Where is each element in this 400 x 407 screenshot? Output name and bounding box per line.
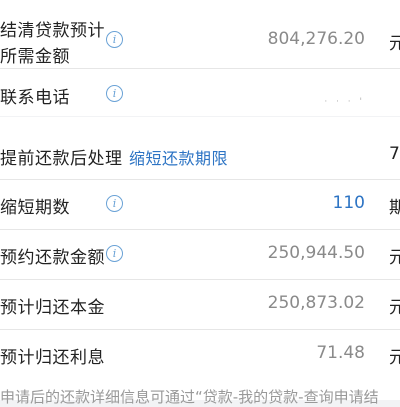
repay-mode-label: 提前还款后处理	[0, 149, 123, 169]
info-icon[interactable]: i	[106, 245, 123, 262]
settlement-amount-value: 804,276.20	[267, 29, 365, 49]
prepayment-card: 提前还款后处理 缩短还款期限 7 缩短期数 i 110 期 预约还款金额 i 2…	[0, 117, 400, 400]
divider	[0, 279, 400, 280]
estimated-interest-label: 预计归还利息	[0, 348, 105, 368]
repay-mode-trailing: 7	[389, 144, 400, 164]
settlement-amount-label-line2: 所需金额	[0, 47, 70, 67]
info-icon[interactable]: i	[106, 195, 123, 212]
estimated-interest-unit: 元	[389, 348, 400, 368]
scheduled-repay-amount-unit: 元	[389, 248, 400, 268]
settlement-amount-unit: 元	[389, 34, 400, 54]
scheduled-repay-amount-value: 250,944.50	[267, 243, 365, 263]
scheduled-repay-amount-label: 预约还款金额	[0, 248, 105, 268]
shorten-periods-value: 110	[332, 193, 365, 213]
shorten-periods-unit: 期	[389, 198, 400, 218]
divider	[0, 229, 400, 230]
divider	[0, 329, 400, 330]
estimated-principal-label: 预计归还本金	[0, 298, 105, 318]
estimated-interest-value: 71.48	[316, 343, 365, 363]
divider	[0, 68, 400, 69]
loan-settlement-card: 结清贷款预计 所需金额 i 804,276.20 元 联系电话 i · · · …	[0, 0, 400, 116]
estimated-principal-value: 250,873.02	[267, 293, 365, 313]
info-icon[interactable]: i	[106, 31, 123, 48]
info-icon[interactable]: i	[106, 85, 123, 102]
settlement-amount-label-line1: 结清贷款预计	[0, 21, 105, 41]
contact-phone-label: 联系电话	[0, 88, 70, 108]
shorten-periods-label: 缩短期数	[0, 198, 70, 218]
footer-note: 申请后的还款详细信息可通过“贷款-我的贷款-查询申请结	[0, 388, 379, 406]
estimated-principal-unit: 元	[389, 298, 400, 318]
contact-phone-value: · · · '	[324, 97, 365, 107]
repay-mode-option[interactable]: 缩短还款期限	[129, 145, 228, 169]
divider	[0, 179, 400, 180]
